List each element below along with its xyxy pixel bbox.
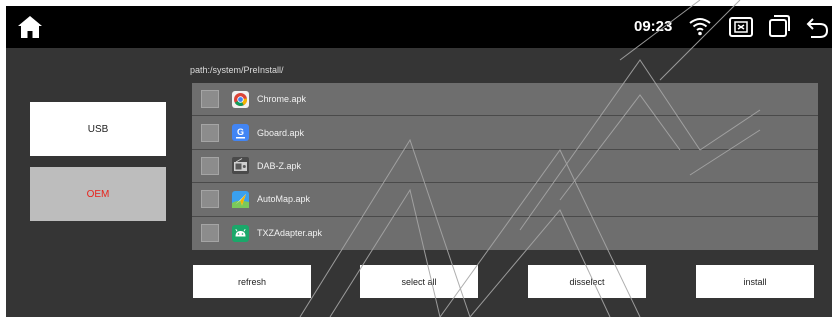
file-name: DAB-Z.apk (257, 160, 302, 171)
disselect-button[interactable]: disselect (528, 265, 646, 298)
back-icon[interactable] (806, 16, 828, 38)
file-row[interactable]: AutoMap.apk (192, 183, 818, 217)
file-checkbox[interactable] (201, 156, 219, 175)
file-row[interactable]: G Gboard.apk (192, 116, 818, 150)
file-name: Chrome.apk (257, 94, 307, 105)
svg-text:G: G (237, 127, 244, 137)
file-checkbox[interactable] (201, 190, 219, 209)
oem-source-button[interactable]: OEM (30, 167, 166, 221)
close-apps-icon[interactable] (729, 17, 753, 37)
android-icon (232, 224, 249, 242)
gboard-icon: G (232, 124, 249, 142)
status-bar: 09:23 (6, 6, 832, 48)
file-row[interactable]: Chrome.apk (192, 83, 818, 117)
automap-icon (232, 190, 249, 208)
file-name: AutoMap.apk (257, 194, 311, 205)
file-checkbox[interactable] (201, 90, 219, 109)
install-button[interactable]: install (696, 265, 814, 298)
app-screen: 09:23 path:/system/PreInstall/ USB OEM C… (6, 6, 832, 317)
usb-source-button[interactable]: USB (30, 102, 166, 156)
file-list: Chrome.apk G Gboard.apk DAB-Z.apk AutoMa… (192, 83, 818, 250)
file-row[interactable]: TXZAdapter.apk (192, 217, 818, 250)
path-label: path:/system/PreInstall/ (190, 65, 284, 75)
home-icon[interactable] (17, 15, 43, 39)
file-name: Gboard.apk (257, 127, 305, 138)
wifi-icon (689, 18, 711, 36)
status-time: 09:23 (634, 18, 673, 35)
refresh-button[interactable]: refresh (193, 265, 311, 298)
recent-apps-icon[interactable] (769, 15, 790, 37)
file-checkbox[interactable] (201, 123, 219, 142)
file-name: TXZAdapter.apk (257, 228, 323, 239)
dab-radio-icon (232, 157, 249, 175)
chrome-icon (232, 90, 249, 108)
file-checkbox[interactable] (201, 224, 219, 243)
file-row[interactable]: DAB-Z.apk (192, 150, 818, 184)
select-all-button[interactable]: select all (360, 265, 478, 298)
